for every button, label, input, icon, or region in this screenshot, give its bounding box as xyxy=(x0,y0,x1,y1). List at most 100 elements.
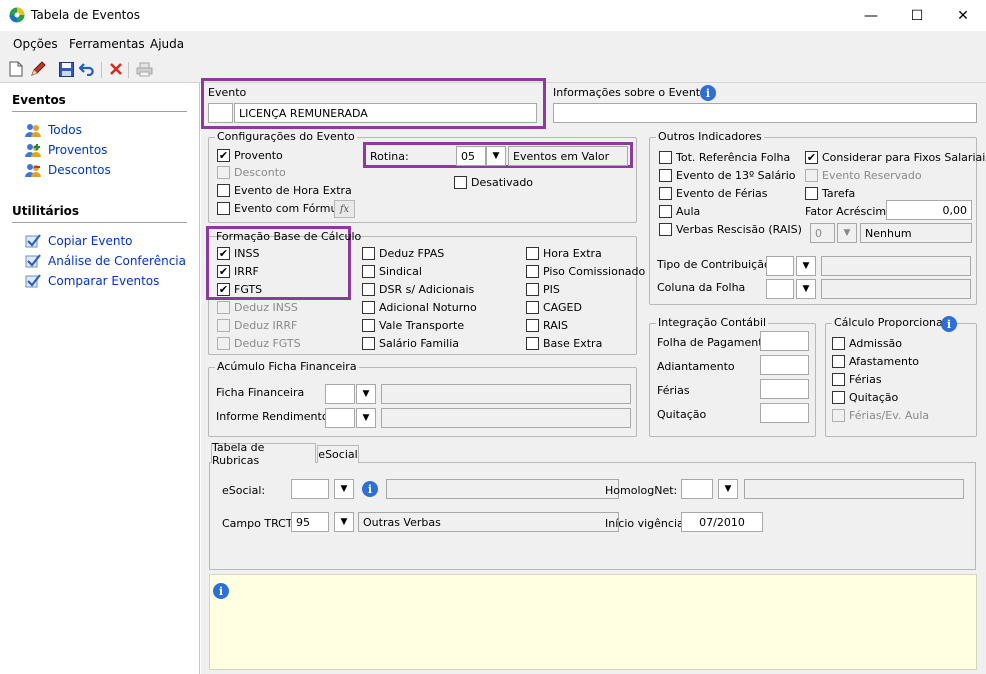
maximize-button[interactable]: ☐ xyxy=(894,0,940,31)
homolognet-input[interactable] xyxy=(681,479,713,499)
new-button[interactable] xyxy=(6,59,26,79)
adiantamento-input[interactable] xyxy=(760,355,809,375)
coluna-folha-dropdown[interactable]: ▼ xyxy=(796,279,816,299)
informe-input[interactable] xyxy=(325,408,355,428)
sidebar-item-proventos[interactable]: Proventos xyxy=(24,142,107,158)
close-button[interactable]: ✕ xyxy=(940,0,986,31)
info-icon[interactable]: i xyxy=(700,85,716,101)
quitacao-contabil-input[interactable] xyxy=(760,403,809,423)
proporcional-info-icon[interactable]: i xyxy=(941,316,957,332)
sidebar-item-todos[interactable]: Todos xyxy=(24,122,82,138)
vigencia-input[interactable]: 07/2010 xyxy=(681,512,763,532)
sidebar-item-descontos[interactable]: Descontos xyxy=(24,162,111,178)
tipo-contrib-dropdown[interactable]: ▼ xyxy=(796,256,816,276)
check-icon: ✔ xyxy=(217,149,230,162)
hora-extra-base-checkbox[interactable]: Hora Extra xyxy=(526,247,602,260)
evento-code-input[interactable] xyxy=(208,103,233,123)
ficha-input[interactable] xyxy=(325,384,355,404)
tot-referencia-checkbox[interactable]: Tot. Referência Folha xyxy=(659,151,790,164)
deduz-fpas-checkbox[interactable]: Deduz FPAS xyxy=(362,247,444,260)
formacao-title: Formação Base de Cálculo xyxy=(216,230,362,243)
formula-button[interactable]: fx xyxy=(334,200,355,218)
ferias-contabil-input[interactable] xyxy=(760,379,809,399)
desativado-checkbox[interactable]: Desativado xyxy=(454,176,533,189)
provento-checkbox[interactable]: ✔ Provento xyxy=(217,149,283,162)
dsr-checkbox[interactable]: DSR s/ Adicionais xyxy=(362,283,474,296)
folha-pagamento-input[interactable] xyxy=(760,331,809,351)
formula-checkbox[interactable]: Evento com Fórmula xyxy=(217,202,347,215)
considerar-fixos-checkbox[interactable]: ✔ Considerar para Fixos Salariais xyxy=(805,151,986,164)
coluna-folha-desc xyxy=(821,279,971,299)
fgts-checkbox[interactable]: ✔ FGTS xyxy=(217,283,262,296)
piso-comissionado-checkbox[interactable]: Piso Comissionado xyxy=(526,265,645,278)
evento-label: Evento xyxy=(208,86,247,99)
irrf-checkbox[interactable]: ✔ IRRF xyxy=(217,265,259,278)
sidebar-item-label: Análise de Conferência xyxy=(48,254,186,268)
rais-checkbox[interactable]: RAIS xyxy=(526,319,568,332)
trct-dropdown[interactable]: ▼ xyxy=(334,512,354,532)
ferias-proporcional-checkbox[interactable]: Férias xyxy=(832,373,882,386)
trct-input[interactable]: 95 xyxy=(291,512,329,532)
minimize-button[interactable]: — xyxy=(848,0,894,31)
fator-input[interactable]: 0,00 xyxy=(886,200,972,220)
adiantamento-label: Adiantamento xyxy=(657,360,735,373)
aula-checkbox[interactable]: Aula xyxy=(659,205,700,218)
sidebar-item-label: Todos xyxy=(48,123,82,137)
evento-13-checkbox[interactable]: Evento de 13º Salário xyxy=(659,169,796,182)
rais-code-input: 0 xyxy=(810,223,835,243)
sindical-checkbox[interactable]: Sindical xyxy=(362,265,422,278)
rotina-input[interactable]: 05 xyxy=(456,146,486,166)
print-button[interactable] xyxy=(134,59,154,79)
esocial-dropdown[interactable]: ▼ xyxy=(334,479,354,499)
admissao-checkbox[interactable]: Admissão xyxy=(832,337,902,350)
hora-extra-checkbox[interactable]: Evento de Hora Extra xyxy=(217,184,352,197)
informacoes-input[interactable] xyxy=(553,103,977,123)
menu-ajuda[interactable]: Ajuda xyxy=(150,37,184,51)
quitacao-proporcional-checkbox[interactable]: Quitação xyxy=(832,391,898,404)
undo-button[interactable] xyxy=(78,59,98,79)
inss-checkbox[interactable]: ✔ INSS xyxy=(217,247,259,260)
esocial-info-icon[interactable]: i xyxy=(362,481,378,497)
coluna-folha-input[interactable] xyxy=(766,279,794,299)
homolognet-desc xyxy=(744,479,964,499)
integracao-title: Integração Contábil xyxy=(656,316,769,329)
verbas-rescisao-checkbox[interactable]: Verbas Rescisão (RAIS) xyxy=(659,223,802,236)
menu-ferramentas[interactable]: Ferramentas xyxy=(69,37,145,51)
vale-transporte-checkbox[interactable]: Vale Transporte xyxy=(362,319,464,332)
users-plus-icon xyxy=(25,144,41,157)
sidebar-eventos-header: Eventos xyxy=(12,93,66,107)
delete-button[interactable] xyxy=(106,59,126,79)
tipo-contrib-input[interactable] xyxy=(766,256,794,276)
menu-opcoes[interactable]: Opções xyxy=(13,37,58,51)
sidebar-item-comparar-eventos[interactable]: Comparar Eventos xyxy=(24,273,159,289)
informe-dropdown[interactable]: ▼ xyxy=(356,408,376,428)
salario-familia-checkbox[interactable]: Salário Familia xyxy=(362,337,459,350)
delete-x-icon xyxy=(110,63,122,75)
ficha-dropdown[interactable]: ▼ xyxy=(356,384,376,404)
tab-tabela-rubricas[interactable]: Tabela de Rubricas xyxy=(211,441,316,467)
adicional-noturno-checkbox[interactable]: Adicional Noturno xyxy=(362,301,477,314)
save-button[interactable] xyxy=(56,59,76,79)
sidebar-item-analise-conferencia[interactable]: Análise de Conferência xyxy=(24,253,186,269)
vigencia-label: Início vigência: xyxy=(605,517,688,530)
tipo-contrib-label: Tipo de Contribuição xyxy=(657,258,771,271)
tab-esocial[interactable]: eSocial xyxy=(317,445,359,463)
homolognet-dropdown[interactable]: ▼ xyxy=(718,479,738,499)
title-bar: Tabela de Eventos — ☐ ✕ xyxy=(0,0,986,31)
ficha-desc xyxy=(381,384,631,404)
pis-checkbox[interactable]: PIS xyxy=(526,283,560,296)
esocial-input[interactable] xyxy=(291,479,329,499)
window-title: Tabela de Eventos xyxy=(31,8,140,22)
evento-ferias-checkbox[interactable]: Evento de Férias xyxy=(659,187,768,200)
edit-button[interactable] xyxy=(28,59,48,79)
caged-checkbox[interactable]: CAGED xyxy=(526,301,582,314)
printer-icon xyxy=(136,62,152,76)
sidebar-item-copiar-evento[interactable]: Copiar Evento xyxy=(24,233,133,249)
rotina-dropdown[interactable]: ▼ xyxy=(486,146,506,166)
evento-name-input[interactable]: LICENÇA REMUNERADA xyxy=(234,103,537,123)
afastamento-checkbox[interactable]: Afastamento xyxy=(832,355,919,368)
base-extra-checkbox[interactable]: Base Extra xyxy=(526,337,602,350)
pencil-icon xyxy=(31,61,46,76)
minimize-icon: — xyxy=(864,7,878,24)
tarefa-checkbox[interactable]: Tarefa xyxy=(805,187,855,200)
